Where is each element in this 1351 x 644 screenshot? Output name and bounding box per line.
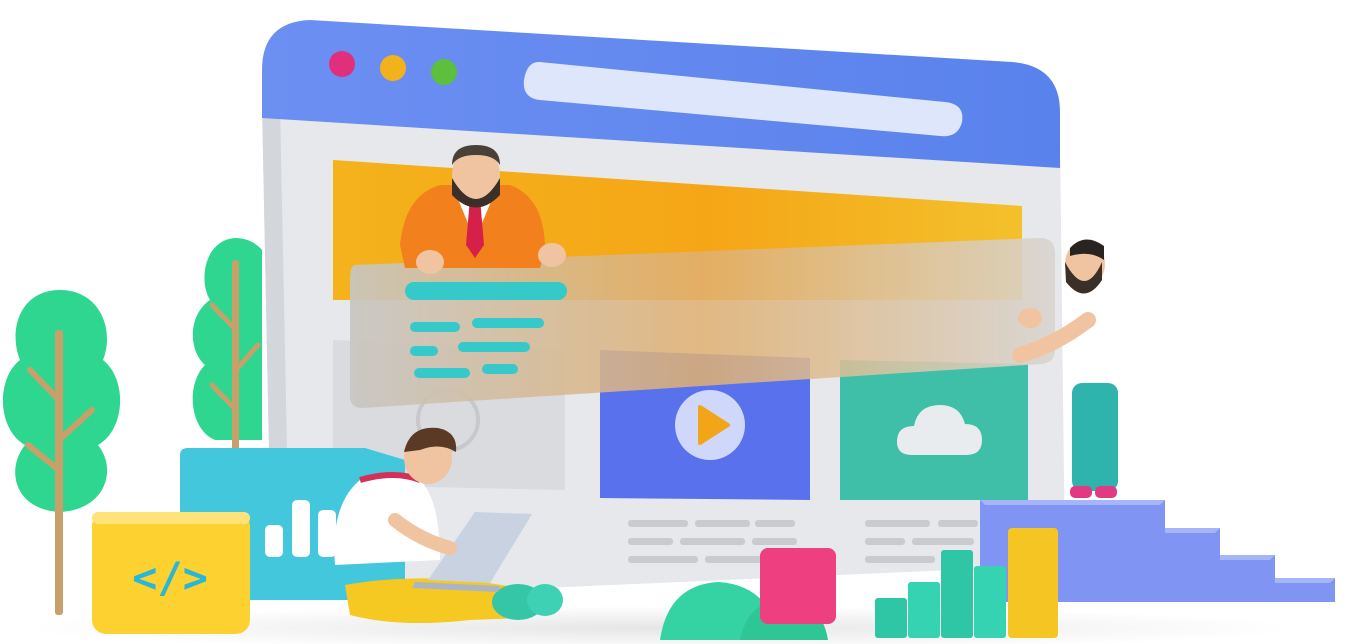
window-close-dot	[329, 51, 355, 77]
code-cube: </>	[92, 512, 250, 634]
code-icon: </>	[132, 553, 208, 602]
web-development-illustration: </>	[2, 20, 1335, 644]
cloud-tile	[840, 360, 1028, 500]
window-minimize-dot	[380, 55, 406, 81]
window-maximize-dot	[431, 59, 457, 85]
pink-cube	[760, 548, 836, 624]
